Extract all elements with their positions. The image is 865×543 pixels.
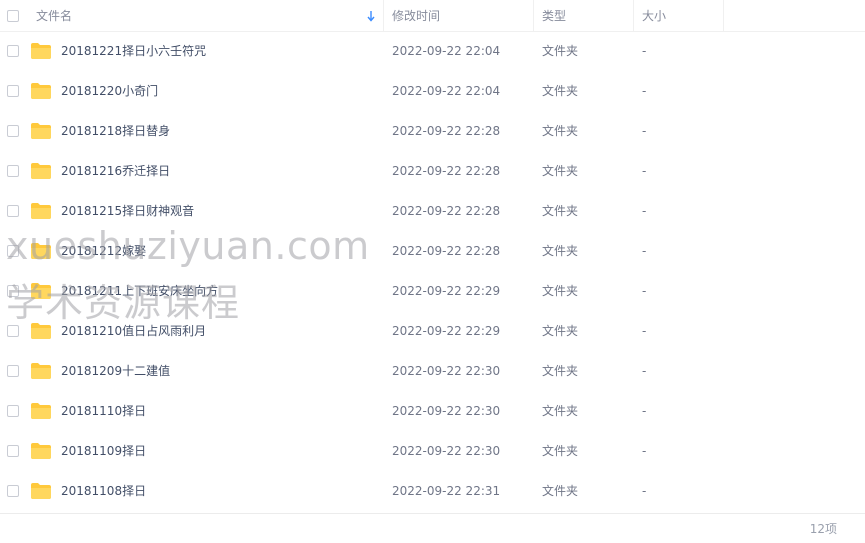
file-type: 文件夹: [542, 204, 579, 218]
file-type: 文件夹: [542, 364, 579, 378]
folder-icon: [31, 483, 51, 499]
table-row[interactable]: 20181212嫁娶 2022-09-22 22:28 文件夹 -: [0, 231, 865, 271]
table-row[interactable]: 20181216乔迁择日 2022-09-22 22:28 文件夹 -: [0, 151, 865, 191]
file-name[interactable]: 20181218择日替身: [61, 111, 170, 151]
folder-icon: [31, 123, 51, 139]
file-size: -: [642, 284, 647, 298]
row-checkbox[interactable]: [7, 285, 19, 297]
modified-time: 2022-09-22 22:29: [392, 324, 501, 338]
column-header-size[interactable]: 大小: [642, 0, 666, 32]
row-checkbox[interactable]: [7, 405, 19, 417]
column-divider[interactable]: [383, 0, 384, 32]
column-header-name[interactable]: 文件名: [36, 0, 72, 32]
folder-icon: [31, 163, 51, 179]
file-type: 文件夹: [542, 164, 579, 178]
file-size: -: [642, 404, 647, 418]
file-name[interactable]: 20181220小奇门: [61, 71, 158, 111]
file-name[interactable]: 20181216乔迁择日: [61, 151, 170, 191]
file-size: -: [642, 324, 647, 338]
file-type: 文件夹: [542, 44, 579, 58]
file-name[interactable]: 20181212嫁娶: [61, 231, 146, 271]
file-type: 文件夹: [542, 404, 579, 418]
folder-icon: [31, 243, 51, 259]
item-count: 12项: [809, 522, 837, 536]
column-divider[interactable]: [723, 0, 724, 32]
folder-icon: [31, 443, 51, 459]
file-type: 文件夹: [542, 84, 579, 98]
file-type: 文件夹: [542, 284, 579, 298]
modified-time: 2022-09-22 22:04: [392, 44, 501, 58]
table-row[interactable]: 20181215择日财神观音 2022-09-22 22:28 文件夹 -: [0, 191, 865, 231]
modified-time: 2022-09-22 22:29: [392, 284, 501, 298]
file-type: 文件夹: [542, 324, 579, 338]
file-name[interactable]: 20181211上下班安床坐向方: [61, 271, 218, 311]
file-size: -: [642, 244, 647, 258]
row-checkbox[interactable]: [7, 85, 19, 97]
table-row[interactable]: 20181218择日替身 2022-09-22 22:28 文件夹 -: [0, 111, 865, 151]
column-divider[interactable]: [533, 0, 534, 32]
modified-time: 2022-09-22 22:28: [392, 244, 501, 258]
table-row[interactable]: 20181211上下班安床坐向方 2022-09-22 22:29 文件夹 -: [0, 271, 865, 311]
column-header-type[interactable]: 类型: [542, 0, 566, 32]
folder-icon: [31, 403, 51, 419]
table-row[interactable]: 20181220小奇门 2022-09-22 22:04 文件夹 -: [0, 71, 865, 111]
file-size: -: [642, 364, 647, 378]
modified-time: 2022-09-22 22:28: [392, 204, 501, 218]
column-divider[interactable]: [633, 0, 634, 32]
file-size: -: [642, 484, 647, 498]
table-row[interactable]: 20181221择日小六壬符咒 2022-09-22 22:04 文件夹 -: [0, 31, 865, 71]
select-all-checkbox[interactable]: [7, 10, 19, 22]
row-checkbox[interactable]: [7, 45, 19, 57]
table-row[interactable]: 20181210值日占风雨利月 2022-09-22 22:29 文件夹 -: [0, 311, 865, 351]
file-size: -: [642, 444, 647, 458]
modified-time: 2022-09-22 22:30: [392, 444, 501, 458]
file-size: -: [642, 164, 647, 178]
file-size: -: [642, 84, 647, 98]
table-row[interactable]: 20181108择日 2022-09-22 22:31 文件夹 -: [0, 471, 865, 511]
row-checkbox[interactable]: [7, 245, 19, 257]
folder-icon: [31, 43, 51, 59]
file-size: -: [642, 124, 647, 138]
modified-time: 2022-09-22 22:04: [392, 84, 501, 98]
modified-time: 2022-09-22 22:28: [392, 124, 501, 138]
folder-icon: [31, 203, 51, 219]
modified-time: 2022-09-22 22:31: [392, 484, 501, 498]
file-size: -: [642, 44, 647, 58]
file-name[interactable]: 20181110择日: [61, 391, 146, 431]
status-bar: 12项: [0, 513, 865, 543]
file-type: 文件夹: [542, 444, 579, 458]
file-name[interactable]: 20181108择日: [61, 471, 146, 511]
file-type: 文件夹: [542, 244, 579, 258]
row-checkbox[interactable]: [7, 365, 19, 377]
row-checkbox[interactable]: [7, 325, 19, 337]
modified-time: 2022-09-22 22:30: [392, 404, 501, 418]
folder-icon: [31, 363, 51, 379]
file-name[interactable]: 20181221择日小六壬符咒: [61, 31, 206, 71]
file-name[interactable]: 20181215择日财神观音: [61, 191, 194, 231]
sort-down-icon[interactable]: [366, 8, 376, 24]
row-checkbox[interactable]: [7, 125, 19, 137]
file-name[interactable]: 20181209十二建值: [61, 351, 170, 391]
row-checkbox[interactable]: [7, 205, 19, 217]
file-name[interactable]: 20181109择日: [61, 431, 146, 471]
row-checkbox[interactable]: [7, 485, 19, 497]
column-header-time[interactable]: 修改时间: [392, 0, 440, 32]
table-row[interactable]: 20181110择日 2022-09-22 22:30 文件夹 -: [0, 391, 865, 431]
folder-icon: [31, 83, 51, 99]
row-checkbox[interactable]: [7, 445, 19, 457]
modified-time: 2022-09-22 22:28: [392, 164, 501, 178]
row-checkbox[interactable]: [7, 165, 19, 177]
table-header: 文件名 修改时间 类型 大小: [0, 0, 865, 32]
modified-time: 2022-09-22 22:30: [392, 364, 501, 378]
file-size: -: [642, 204, 647, 218]
folder-icon: [31, 323, 51, 339]
file-name[interactable]: 20181210值日占风雨利月: [61, 311, 206, 351]
folder-icon: [31, 283, 51, 299]
file-type: 文件夹: [542, 124, 579, 138]
table-row[interactable]: 20181109择日 2022-09-22 22:30 文件夹 -: [0, 431, 865, 471]
table-row[interactable]: 20181209十二建值 2022-09-22 22:30 文件夹 -: [0, 351, 865, 391]
file-type: 文件夹: [542, 484, 579, 498]
